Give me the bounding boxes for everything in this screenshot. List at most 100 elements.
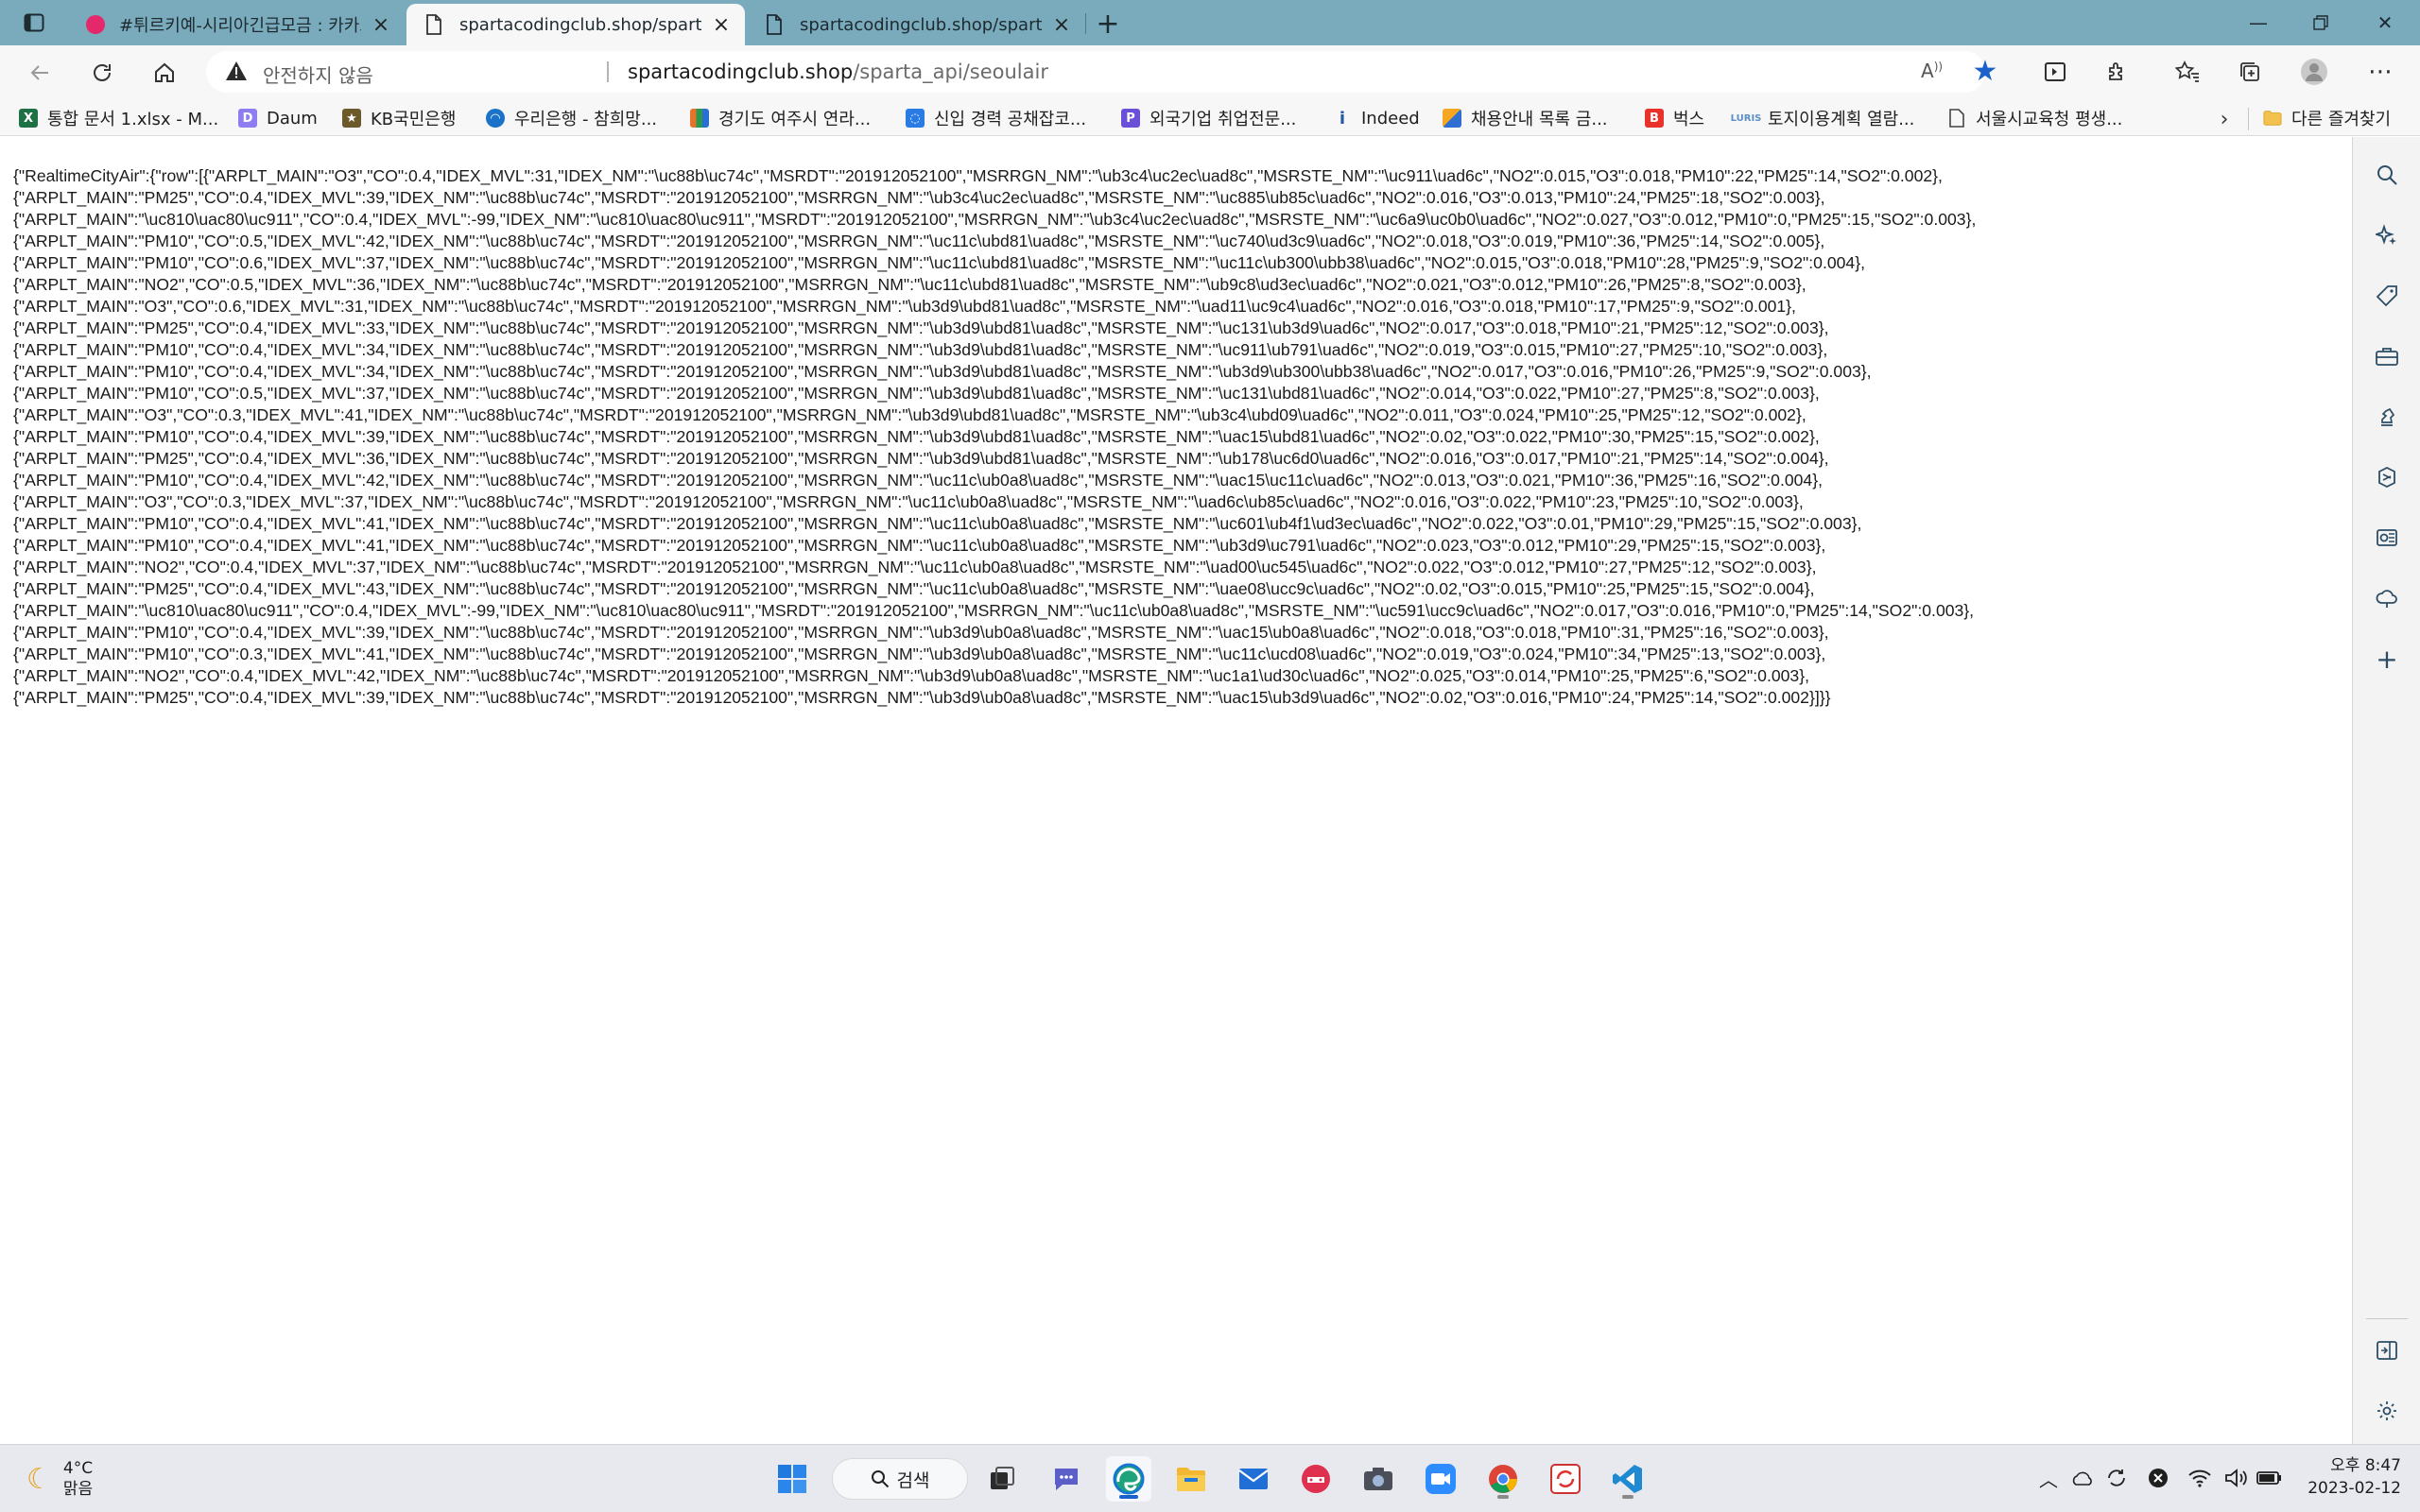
peoplenjob-icon: P: [1121, 109, 1140, 128]
vscode-icon: [1613, 1465, 1642, 1493]
favorite-item-6[interactable]: P 외국기업 취업전문...: [1121, 105, 1296, 131]
home-button[interactable]: [146, 54, 183, 92]
json-response-text: {"RealtimeCityAir":{"row":[{"ARPLT_MAIN"…: [13, 165, 2348, 709]
sync-tray-icon[interactable]: [2102, 1464, 2131, 1492]
favorite-item-9[interactable]: B 벅스: [1645, 105, 1704, 131]
tab-2[interactable]: spartacodingclub.shop/sparta_api/seoulai…: [747, 4, 1085, 45]
tab-title: #튀르키예-시리아긴급모금 : 카카오: [119, 16, 361, 36]
sync-icon: [1550, 1464, 1581, 1494]
other-favorites-folder[interactable]: 다른 즐겨찾기: [2263, 105, 2391, 131]
moon-icon: ☾: [26, 1462, 52, 1496]
read-aloud-icon[interactable]: A)): [1921, 60, 1943, 82]
sidebar-drop-button[interactable]: [2370, 581, 2404, 615]
task-view-button[interactable]: [979, 1456, 1025, 1502]
taskbar-clock[interactable]: 오후 8:47 2023-02-12: [2288, 1454, 2401, 1500]
settings-more-button[interactable]: ⋯: [2363, 55, 2397, 89]
refresh-icon: [94, 64, 111, 81]
favorite-star-button[interactable]: ★: [1968, 54, 2002, 88]
kakaotalk-button[interactable]: [1293, 1456, 1339, 1502]
weather-widget[interactable]: ☾ 4°C 맑음: [26, 1458, 93, 1500]
search-icon: [2377, 165, 2397, 185]
favorite-item-7[interactable]: i Indeed: [1333, 105, 1420, 131]
favorites-list-icon: [2175, 60, 2199, 82]
battery-icon[interactable]: [2256, 1464, 2284, 1492]
wifi-icon[interactable]: [2186, 1464, 2214, 1492]
kakao-favicon-icon: [85, 14, 106, 35]
sidebar-search-button[interactable]: [2370, 158, 2404, 192]
show-hidden-icons-button[interactable]: ︿: [2034, 1464, 2063, 1492]
start-button[interactable]: [769, 1456, 815, 1502]
url-host: spartacodingclub.shop: [628, 60, 854, 83]
chrome-icon: [1489, 1465, 1517, 1493]
sidebar-office-button[interactable]: [2370, 460, 2404, 494]
sidebar-shopping-button[interactable]: [2370, 279, 2404, 313]
json-line: {"ARPLT_MAIN":"PM25","CO":0.4,"IDEX_MVL"…: [13, 688, 1831, 707]
weather-description: 맑음: [62, 1480, 94, 1499]
favorite-label: 신입 경력 공채잡코...: [934, 110, 1087, 129]
address-bar[interactable]: 안전하지 않음 spartacodingclub.shop/sparta_api…: [206, 51, 1985, 93]
onedrive-tray-icon[interactable]: [2068, 1464, 2097, 1492]
not-secure-warning-icon[interactable]: [225, 60, 248, 85]
excel-icon: X: [19, 109, 38, 128]
close-circle-tray-icon[interactable]: [2144, 1464, 2172, 1492]
chrome-button[interactable]: [1480, 1456, 1526, 1502]
favorite-label: Indeed: [1361, 108, 1420, 129]
sidebar-add-button[interactable]: +: [2370, 642, 2404, 676]
favorite-item-10[interactable]: LURIS 토지이용계획 열람...: [1731, 105, 1915, 131]
file-explorer-button[interactable]: [1168, 1456, 1214, 1502]
split-screen-button[interactable]: [2038, 55, 2072, 89]
new-tab-button[interactable]: +: [1092, 8, 1124, 41]
sidebar-discover-button[interactable]: [2370, 218, 2404, 252]
json-line: {"ARPLT_MAIN":"PM10","CO":0.4,"IDEX_MVL"…: [13, 536, 1826, 555]
collections-button[interactable]: [2233, 55, 2267, 89]
profile-button[interactable]: [2297, 55, 2331, 89]
favorite-item-3[interactable]: ◠ 우리은행 - 참희망...: [486, 105, 657, 131]
outlook-icon: [2377, 529, 2397, 546]
sidebar-settings-button[interactable]: [2370, 1394, 2404, 1428]
close-tab-icon[interactable]: ×: [711, 13, 732, 37]
sidebar-outlook-button[interactable]: [2370, 521, 2404, 555]
favorite-item-8[interactable]: 채용안내 목록 금...: [1443, 105, 1608, 131]
tab-actions-button[interactable]: [15, 9, 53, 37]
tab-title: spartacodingclub.shop/sparta_api/seoulai…: [800, 14, 1042, 35]
favorite-item-0[interactable]: X 통합 문서 1.xlsx - M...: [19, 105, 218, 131]
favorite-item-5[interactable]: ◌ 신입 경력 공채잡코...: [906, 105, 1086, 131]
tab-1[interactable]: spartacodingclub.shop/sparta_api/seoulai…: [406, 4, 745, 45]
sidebar-games-button[interactable]: [2370, 400, 2404, 434]
extensions-button[interactable]: [2100, 55, 2135, 89]
json-line: {"ARPLT_MAIN":"\uc810\uac80\uc911","CO":…: [13, 601, 1975, 620]
favorite-item-11[interactable]: 서울시교육청 평생...: [1947, 105, 2122, 131]
json-line: {"ARPLT_MAIN":"PM25","CO":0.4,"IDEX_MVL"…: [13, 579, 1815, 598]
camera-button[interactable]: [1356, 1456, 1401, 1502]
tab-0[interactable]: #튀르키예-시리아긴급모금 : 카카오 ×: [66, 4, 405, 45]
security-status-label[interactable]: 안전하지 않음: [263, 60, 373, 88]
chevron-right-icon: ›: [2220, 107, 2229, 131]
restore-button[interactable]: [2290, 0, 2352, 45]
close-window-button[interactable]: ✕: [2354, 0, 2416, 45]
sidebar-tools-button[interactable]: [2370, 339, 2404, 373]
minimize-button[interactable]: —: [2227, 0, 2290, 45]
volume-icon[interactable]: [2221, 1464, 2250, 1492]
sync-app-button[interactable]: [1543, 1456, 1588, 1502]
favorite-label: Daum: [267, 108, 318, 129]
json-line: {"ARPLT_MAIN":"PM10","CO":0.4,"IDEX_MVL"…: [13, 623, 1829, 642]
vscode-button[interactable]: [1605, 1456, 1651, 1502]
windows-taskbar: ☾ 4°C 맑음 검색 ︿ 오후 8:47 2023-02-12: [0, 1444, 2420, 1512]
taskbar-search-box[interactable]: 검색: [832, 1458, 968, 1500]
close-tab-icon[interactable]: ×: [1051, 13, 1072, 37]
url-text[interactable]: spartacodingclub.shop/sparta_api/seoulai…: [628, 60, 1048, 83]
mail-button[interactable]: [1231, 1456, 1276, 1502]
edge-taskbar-button[interactable]: [1106, 1456, 1151, 1502]
json-line: {"ARPLT_MAIN":"PM10","CO":0.4,"IDEX_MVL"…: [13, 362, 1872, 381]
favorite-item-4[interactable]: 경기도 여주시 연라...: [690, 105, 871, 131]
zoom-button[interactable]: [1418, 1456, 1463, 1502]
favorites-overflow-button[interactable]: ›: [2212, 106, 2237, 132]
sidebar-hide-button[interactable]: [2370, 1333, 2404, 1367]
favorite-item-2[interactable]: ★ KB국민은행: [342, 105, 456, 131]
favorites-button[interactable]: [2170, 55, 2204, 89]
refresh-button[interactable]: [83, 54, 121, 92]
favorite-item-1[interactable]: D Daum: [238, 105, 318, 131]
close-tab-icon[interactable]: ×: [371, 13, 391, 37]
back-button[interactable]: [21, 54, 59, 92]
teams-chat-button[interactable]: [1044, 1456, 1089, 1502]
